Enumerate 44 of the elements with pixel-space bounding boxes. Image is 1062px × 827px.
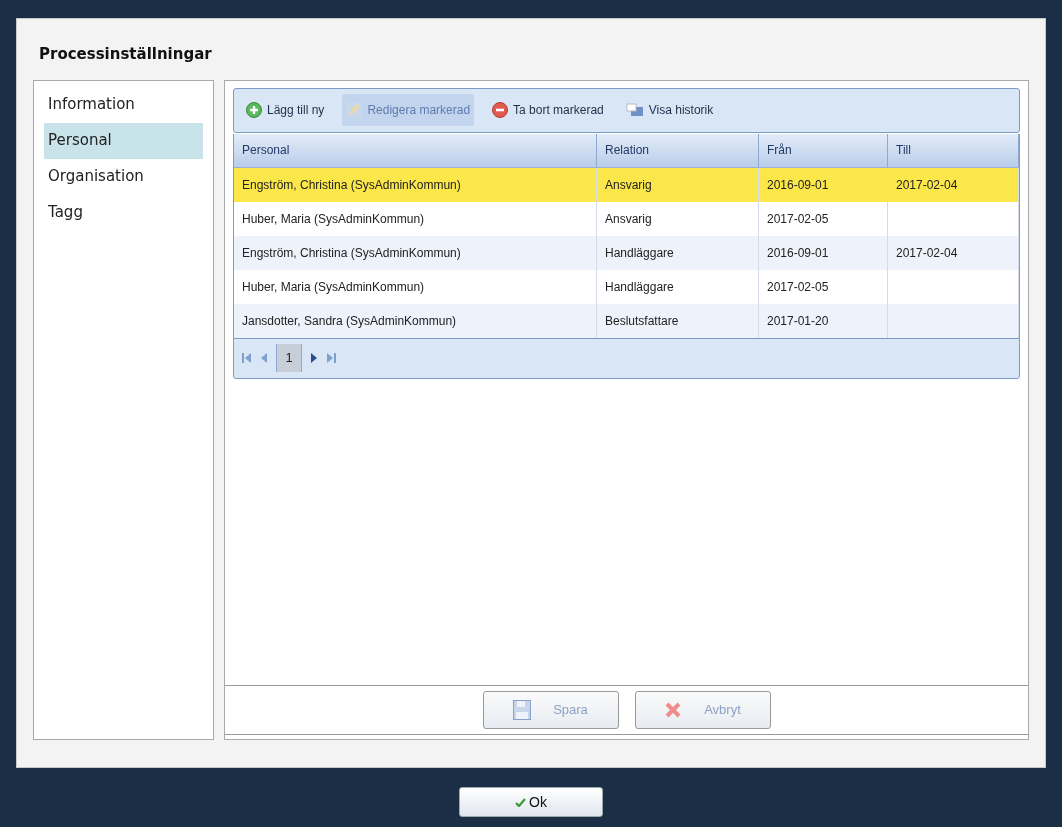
- toolbar-button[interactable]: Lägg till ny: [242, 94, 329, 126]
- table-cell-text: Ansvarig: [605, 176, 652, 194]
- window-stack-icon: [625, 103, 644, 117]
- sidebar-item[interactable]: Organisation: [44, 158, 203, 195]
- table-cell-text: Engström, Christina (SysAdminKommun): [242, 176, 461, 194]
- sidebar-item[interactable]: Information: [44, 86, 203, 123]
- table-cell-text: 2017-01-20: [767, 312, 829, 330]
- table-cell-text: Beslutsfattare: [605, 312, 679, 330]
- column-header[interactable]: Relation: [597, 133, 759, 167]
- toolbar-button[interactable]: Ta bort markerad: [488, 94, 608, 126]
- pencil-icon: [346, 102, 363, 118]
- table-cell-text: 2016-09-01: [767, 244, 829, 262]
- plus-icon: [246, 102, 262, 118]
- page-button[interactable]: 1: [276, 344, 302, 372]
- table-cell-text: Huber, Maria (SysAdminKommun): [242, 278, 425, 296]
- table-cell-text: 2017-02-04: [896, 244, 958, 262]
- table-cell-text: Huber, Maria (SysAdminKommun): [242, 210, 425, 228]
- toolbar-button[interactable]: Visa historik: [621, 94, 718, 126]
- table-cell-text: 2017-02-05: [767, 278, 829, 296]
- table-cell-text: Handläggare: [605, 244, 674, 262]
- dialog-title: Processinställningar: [39, 44, 213, 65]
- last-page-icon[interactable]: [326, 353, 336, 363]
- table-cell-text: Jansdotter, Sandra (SysAdminKommun): [242, 312, 457, 330]
- column-header[interactable]: Till: [888, 133, 1019, 167]
- table-cell-text: Engström, Christina (SysAdminKommun): [242, 244, 461, 262]
- table-cell-text: Handläggare: [605, 278, 674, 296]
- table-row[interactable]: Engström, Christina (SysAdminKommun) Handläggare 2016-09-01 2017-02-04: [234, 235, 1019, 270]
- previous-page-icon[interactable]: [260, 353, 268, 363]
- column-header[interactable]: Personal: [234, 133, 597, 167]
- check-icon: [515, 797, 527, 807]
- table-row[interactable]: Jansdotter, Sandra (SysAdminKommun) Beslutsfattare 2017-01-20: [234, 303, 1019, 338]
- table-row[interactable]: Engström, Christina (SysAdminKommun) Ansvarig 2016-09-01 2017-02-04: [234, 167, 1019, 202]
- column-header[interactable]: Från: [759, 133, 888, 167]
- sidebar-item[interactable]: Tagg: [44, 194, 203, 231]
- next-page-icon[interactable]: [310, 353, 318, 363]
- table-cell-text: 2016-09-01: [767, 176, 829, 194]
- sidebar-item[interactable]: Personal: [44, 122, 203, 159]
- table-cell-text: Ansvarig: [605, 210, 652, 228]
- table-cell-text: 2017-02-04: [896, 176, 958, 194]
- first-page-icon[interactable]: [242, 353, 252, 363]
- table-cell-text: 2017-02-05: [767, 210, 829, 228]
- ok-button[interactable]: Ok: [459, 787, 603, 817]
- cross-icon: [664, 700, 683, 719]
- minus-icon: [492, 102, 509, 118]
